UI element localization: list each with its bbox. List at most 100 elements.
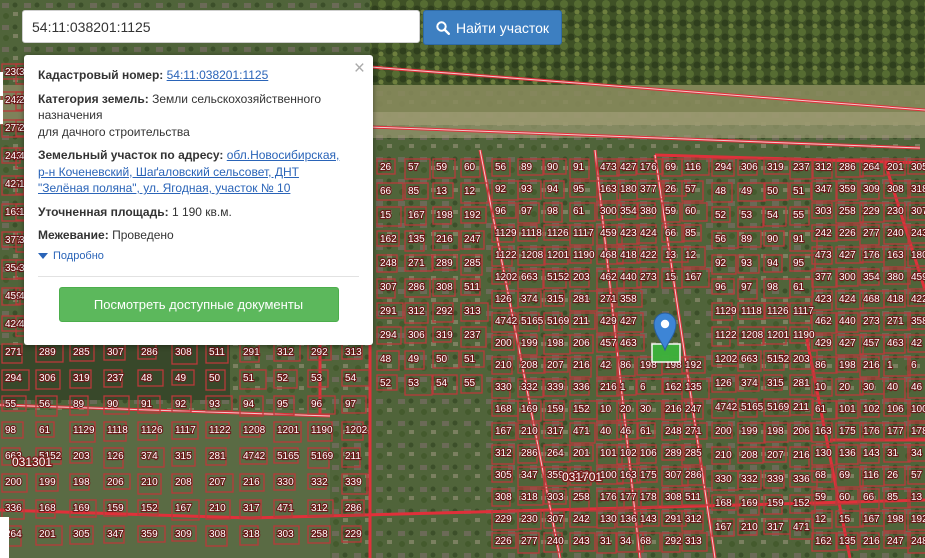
plot-number-label: 258 bbox=[573, 492, 590, 503]
plot-number-label: 136 bbox=[839, 448, 856, 459]
plot-number-label: 50 bbox=[767, 186, 779, 197]
plot-number-label: 1129 bbox=[73, 425, 95, 436]
plot-number-label: 511 bbox=[685, 492, 701, 503]
find-plot-button[interactable]: Найти участок bbox=[423, 10, 562, 45]
plot-number-label: 98 bbox=[5, 425, 17, 436]
plot-number-label: 315 bbox=[547, 294, 564, 305]
layer-control-edge[interactable] bbox=[0, 100, 3, 124]
plot-number-label: 308 bbox=[665, 492, 682, 503]
plot-number-label: 258 bbox=[839, 206, 856, 217]
plot-number-label: 48 bbox=[141, 373, 153, 384]
address-link[interactable]: р-н Коченевский, Шаґаловский сельсовет, … bbox=[38, 165, 299, 179]
cadastral-link[interactable]: 54:11:038201:1125 bbox=[167, 68, 269, 82]
plot-number-label: 97 bbox=[521, 206, 533, 217]
plot-number-label: 281 bbox=[793, 378, 810, 389]
plot-number-label: 463 bbox=[620, 338, 637, 349]
plot-number-label: 459 bbox=[600, 228, 617, 239]
plot-number-label: 201 bbox=[887, 162, 904, 173]
plot-number-label: 319 bbox=[73, 373, 90, 384]
plot-number-label: 303 bbox=[277, 529, 294, 540]
plot-number-label: 97 bbox=[741, 282, 753, 293]
plot-number-label: 198 bbox=[547, 338, 564, 349]
plot-number-label: 312 bbox=[685, 514, 702, 525]
plot-number-label: 92 bbox=[495, 184, 507, 195]
plot-number-label: 126 bbox=[107, 451, 124, 462]
plot-number-label: 90 bbox=[767, 234, 779, 245]
plot-number-label: 91 bbox=[793, 234, 805, 245]
cadastral-label: Кадастровый номер: bbox=[38, 68, 164, 82]
plot-number-label: 85 bbox=[408, 186, 420, 197]
plot-number-label: 243 bbox=[911, 228, 925, 239]
plot-number-label: 163 bbox=[620, 470, 637, 481]
cadastral-row: Кадастровый номер: 54:11:038201:1125 bbox=[38, 67, 359, 84]
plot-number-label: 169 bbox=[521, 404, 538, 415]
plot-number-label: 200 bbox=[495, 338, 512, 349]
plot-number-label: 313 bbox=[464, 306, 481, 317]
plot-number-label: 91 bbox=[573, 162, 585, 173]
plot-number-label: 1202 bbox=[495, 272, 518, 283]
plot-number-label: 473 bbox=[815, 250, 832, 261]
plot-number-label: 229 bbox=[863, 206, 880, 217]
more-details-link[interactable]: Подробно bbox=[38, 248, 359, 265]
plot-number-label: 1118 bbox=[521, 228, 542, 239]
plot-number-label: 1118 bbox=[741, 306, 762, 317]
plot-number-label: 226 bbox=[839, 228, 856, 239]
plot-number-label: 309 bbox=[863, 184, 880, 195]
plot-number-label: 1 bbox=[887, 360, 893, 371]
plot-number-label: 49 bbox=[408, 354, 420, 365]
plot-number-label: 86 bbox=[620, 360, 632, 371]
plot-number-label: 339 bbox=[547, 382, 564, 393]
plot-number-label: 463 bbox=[887, 338, 904, 349]
plot-number-label: 281 bbox=[209, 451, 226, 462]
plot-number-label: 89 bbox=[741, 234, 753, 245]
plot-number-label: 271 bbox=[5, 347, 22, 358]
plot-number-label: 248 bbox=[911, 536, 925, 547]
plot-number-label: 277 bbox=[863, 228, 880, 239]
plot-number-label: 336 bbox=[5, 503, 22, 514]
plot-number-label: 308 bbox=[495, 492, 512, 503]
plot-number-label: 471 bbox=[277, 503, 294, 514]
plot-number-label: 207 bbox=[209, 477, 226, 488]
plot-number-label: 354 bbox=[620, 206, 637, 217]
plot-number-label: 102 bbox=[863, 404, 880, 415]
plot-number-label: 175 bbox=[839, 426, 856, 437]
search-input[interactable] bbox=[22, 10, 420, 43]
plot-number-label: 159 bbox=[767, 498, 784, 509]
plot-number-label: 198 bbox=[839, 360, 856, 371]
plot-number-label: 216 bbox=[243, 477, 260, 488]
plot-number-label: 319 bbox=[436, 330, 453, 341]
plot-number-label: 203 bbox=[793, 354, 810, 365]
address-link[interactable]: обл.Новосибирская, bbox=[227, 148, 340, 162]
plot-number-label: 429 bbox=[600, 316, 617, 327]
plot-number-label: 162 bbox=[380, 234, 397, 245]
plot-number-label: 210 bbox=[209, 503, 226, 514]
plot-number-label: 332 bbox=[521, 382, 538, 393]
plot-number-label: 199 bbox=[39, 477, 56, 488]
view-documents-button[interactable]: Посмотреть доступные документы bbox=[58, 287, 339, 322]
plot-number-label: 206 bbox=[573, 338, 590, 349]
plot-number-label: 168 bbox=[715, 498, 732, 509]
plot-number-label: 96 bbox=[715, 282, 727, 293]
plot-number-label: 1126 bbox=[547, 228, 569, 239]
plot-number-label: 66 bbox=[863, 492, 875, 503]
plot-number-label: 5169 bbox=[547, 316, 570, 327]
plot-number-label: 159 bbox=[107, 503, 124, 514]
address-link[interactable]: "Зелёная поляна", ул. Ягодная, участок №… bbox=[38, 181, 290, 195]
plot-number-label: 230 bbox=[887, 206, 904, 217]
plot-number-label: 294 bbox=[5, 373, 22, 384]
plot-number-label: 208 bbox=[741, 450, 758, 461]
plot-number-label: 511 bbox=[464, 282, 480, 293]
plot-number-label: 422 bbox=[640, 250, 657, 261]
close-icon[interactable]: × bbox=[354, 59, 365, 79]
plot-number-label: 46 bbox=[620, 426, 632, 437]
plot-number-label: 307 bbox=[547, 514, 564, 525]
plot-number-label: 13 bbox=[911, 492, 923, 503]
plot-number-label: 312 bbox=[815, 162, 832, 173]
plot-number-label: 30 bbox=[640, 404, 652, 415]
plot-number-label: 40 bbox=[600, 426, 612, 437]
plot-number-label: 95 bbox=[793, 258, 805, 269]
plot-number-label: 152 bbox=[793, 498, 810, 509]
plot-number-label: 143 bbox=[640, 514, 657, 525]
zoom-control-edge[interactable] bbox=[0, 72, 3, 96]
plot-number-label: 237 bbox=[464, 330, 481, 341]
